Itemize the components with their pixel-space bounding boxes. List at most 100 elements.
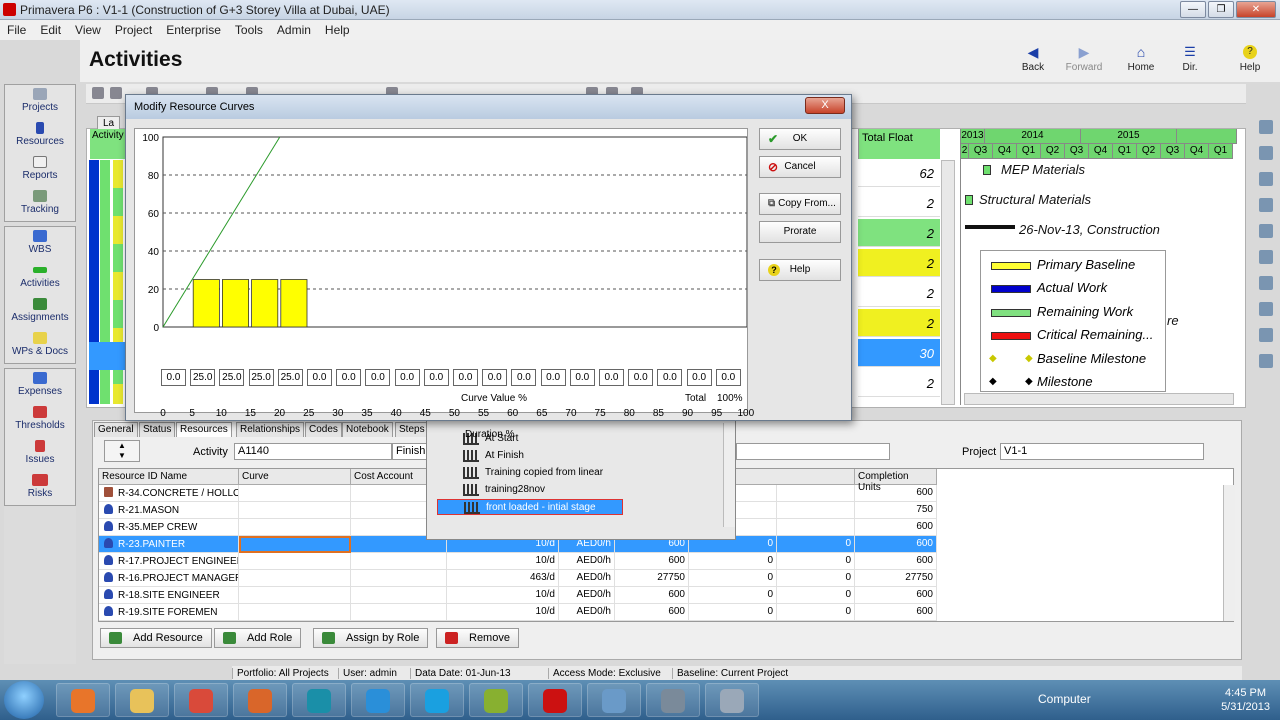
value-cell[interactable]: 27750 — [615, 570, 689, 587]
value-cell[interactable]: 0 — [777, 570, 855, 587]
copy-icon[interactable] — [1259, 198, 1273, 212]
taskbar-app[interactable] — [528, 683, 582, 717]
value-cell[interactable]: 463/d — [447, 570, 559, 587]
column-header[interactable]: Curve — [239, 469, 351, 485]
curve-value-input[interactable]: 0.0 — [307, 369, 332, 386]
nav-reports[interactable]: Reports — [5, 153, 75, 187]
curve-value-input[interactable]: 0.0 — [511, 369, 537, 386]
completion-units-cell[interactable]: 600 — [855, 587, 937, 604]
taskbar-app[interactable] — [705, 683, 759, 717]
nav-wbs[interactable]: WBS — [5, 227, 75, 261]
up-arrow-icon[interactable]: ▲ — [118, 441, 126, 450]
cost-account-cell[interactable] — [351, 587, 447, 604]
value-cell[interactable]: 600 — [615, 553, 689, 570]
value-cell[interactable]: 10/d — [447, 553, 559, 570]
prorate-button[interactable]: Prorate — [759, 221, 841, 243]
system-clock[interactable]: 4:45 PM 5/31/2013 — [1221, 686, 1270, 714]
menu-view[interactable]: View — [68, 20, 108, 40]
progress-icon[interactable] — [1259, 354, 1273, 368]
curve-cell[interactable] — [239, 587, 351, 604]
help-button[interactable]: ? Help — [1225, 45, 1275, 73]
down-arrow-icon[interactable]: ▼ — [118, 451, 126, 460]
value-cell[interactable]: 10/d — [447, 587, 559, 604]
tab-resources[interactable]: Resources — [176, 422, 232, 437]
back-button[interactable]: ◀ Back — [1008, 45, 1058, 73]
curve-cell[interactable] — [239, 536, 351, 553]
taskbar-app[interactable] — [587, 683, 641, 717]
cancel-button[interactable]: ⊘ Cancel — [759, 156, 841, 178]
curve-cell[interactable] — [239, 502, 351, 519]
resource-name-cell[interactable]: R-34.CONCRETE / HOLLOW — [99, 485, 239, 502]
value-cell[interactable] — [777, 502, 855, 519]
tab-relationships[interactable]: Relationships — [236, 422, 305, 437]
column-header[interactable]: Resource ID Name — [99, 469, 239, 485]
cost-account-cell[interactable] — [351, 553, 447, 570]
dir-button[interactable]: ☰ Dir. — [1165, 45, 1215, 74]
menu-file[interactable]: File — [0, 20, 33, 40]
nav-wps-docs[interactable]: WPs & Docs — [5, 329, 75, 363]
nav-projects[interactable]: Projects — [5, 85, 75, 119]
taskbar-app[interactable] — [351, 683, 405, 717]
curve-value-input[interactable]: 0.0 — [453, 369, 478, 386]
curve-list-item[interactable]: training28nov — [437, 482, 623, 498]
curve-value-input[interactable]: 0.0 — [599, 369, 624, 386]
curve-value-input[interactable]: 25.0 — [190, 369, 216, 386]
nav-thresholds[interactable]: Thresholds — [5, 403, 75, 437]
taskbar-app[interactable] — [292, 683, 346, 717]
add-role-button[interactable]: Add Role — [214, 628, 302, 648]
print-icon[interactable] — [92, 87, 104, 99]
taskbar-app[interactable] — [646, 683, 700, 717]
nav-resources[interactable]: Resources — [5, 119, 75, 153]
tab-codes[interactable]: Codes — [305, 422, 342, 437]
tab-steps[interactable]: Steps — [395, 422, 429, 437]
delete-icon[interactable] — [1259, 146, 1273, 160]
activity-navigator[interactable]: ▲ ▼ — [104, 440, 140, 462]
curve-value-input[interactable]: 0.0 — [336, 369, 362, 386]
curve-value-input[interactable]: 0.0 — [161, 369, 186, 386]
curve-value-input[interactable]: 25.0 — [219, 369, 245, 386]
computer-toolbar[interactable]: Computer — [1038, 692, 1091, 706]
assign-by-role-button[interactable]: Assign by Role — [313, 628, 429, 648]
curve-list-item[interactable]: Training copied from linear — [437, 465, 623, 481]
curve-cell[interactable] — [239, 485, 351, 502]
add-resource-button[interactable]: Add Resource — [100, 628, 212, 648]
completion-units-cell[interactable]: 600 — [855, 519, 937, 536]
activity-name-field-right[interactable] — [736, 443, 890, 460]
copy-from-button[interactable]: ⧉ Copy From... — [759, 193, 841, 215]
ok-button[interactable]: ✔ OK — [759, 128, 841, 150]
resource-name-cell[interactable]: R-35.MEP CREW — [99, 519, 239, 536]
curve-value-input[interactable]: 25.0 — [277, 369, 303, 386]
curve-cell[interactable] — [239, 570, 351, 587]
menu-enterprise[interactable]: Enterprise — [159, 20, 228, 40]
taskbar-app[interactable] — [56, 683, 110, 717]
value-cell[interactable]: 0 — [777, 587, 855, 604]
resource-name-cell[interactable]: R-21.MASON — [99, 502, 239, 519]
completion-units-cell[interactable]: 750 — [855, 502, 937, 519]
resource-name-cell[interactable]: R-23.PAINTER — [99, 536, 239, 553]
curve-value-input[interactable]: 0.0 — [394, 369, 420, 386]
gantt-horizontal-scrollbar[interactable] — [964, 393, 1234, 405]
taskbar-app[interactable] — [115, 683, 169, 717]
completion-units-cell[interactable]: 600 — [855, 553, 937, 570]
resource-name-cell[interactable]: R-17.PROJECT ENGINEER — [99, 553, 239, 570]
cut-icon[interactable] — [1259, 172, 1273, 186]
taskbar-app[interactable] — [174, 683, 228, 717]
curve-value-input[interactable]: 0.0 — [423, 369, 449, 386]
menu-help[interactable]: Help — [318, 20, 357, 40]
print-preview-icon[interactable] — [110, 87, 122, 99]
curve-value-input[interactable]: 0.0 — [715, 369, 741, 386]
link-icon[interactable] — [1259, 276, 1273, 290]
new-icon[interactable] — [1259, 120, 1273, 134]
value-cell[interactable]: 0 — [689, 587, 777, 604]
value-cell[interactable]: 0 — [777, 536, 855, 553]
resource-name-cell[interactable]: R-18.SITE ENGINEER — [99, 587, 239, 604]
start-button[interactable] — [4, 681, 44, 719]
restore-button[interactable]: ❐ — [1208, 1, 1234, 18]
tab-status[interactable]: Status — [139, 422, 176, 437]
curve-value-input[interactable]: 0.0 — [540, 369, 566, 386]
resource-name-cell[interactable]: R-19.SITE FOREMEN — [99, 604, 239, 621]
nav-issues[interactable]: Issues — [5, 437, 75, 471]
nav-expenses[interactable]: Expenses — [5, 369, 75, 403]
nav-risks[interactable]: Risks — [5, 471, 75, 505]
nav-tracking[interactable]: Tracking — [5, 187, 75, 221]
